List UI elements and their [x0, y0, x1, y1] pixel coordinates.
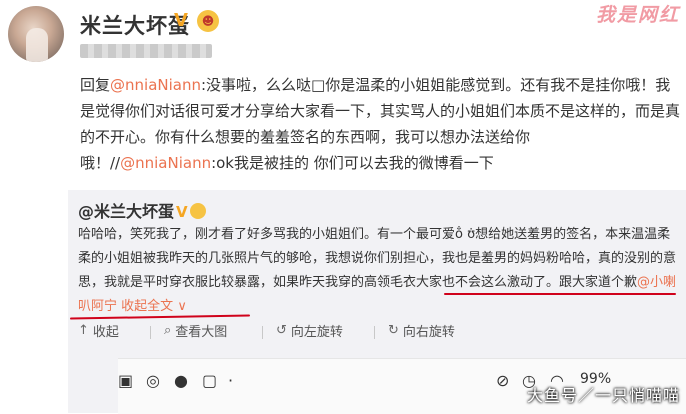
rotate-left-label: 向左旋转 [290, 325, 343, 340]
retweet-body-text-underlined: 如果昨天我穿的高领毛衣大家也不会这么激动了。跟大家道个歉 [273, 275, 638, 290]
notification-icon: ▣ [118, 371, 134, 390]
collapse-text-link[interactable]: 收起全文 [121, 299, 173, 314]
retweet-body: 哈哈哈，笑死我了，刚才看了好多骂我的小姐姐们。有一个最可爱o̐ ʊ̇想给她送羞男… [78, 223, 682, 319]
rotate-left-icon: ↺ [276, 322, 287, 338]
reply-mention-link[interactable]: @nniaNiann [110, 76, 201, 94]
chevron-down-icon[interactable]: ∨ [177, 299, 187, 314]
rotate-right-label: 向右旋转 [402, 325, 455, 340]
chat-icon: ◎ [146, 371, 160, 390]
view-large-action[interactable]: ⌕ 查看大图 [164, 321, 227, 340]
reply-mention-link-2[interactable]: @nniaNiann [120, 154, 211, 172]
weibo-post: 米兰大坏蛋 V ☻ 我是网红 回复@nniaNiann:没事啦，么么哒□你是温柔… [0, 0, 686, 182]
top-watermark: 我是网红 [595, 4, 680, 26]
blurred-text [80, 44, 212, 58]
avatar[interactable] [8, 6, 64, 62]
retweet-username-text[interactable]: @米兰大坏蛋 [78, 202, 174, 221]
magnifier-icon: ⌕ [164, 322, 172, 338]
reply-text-block: 回复@nniaNiann:没事啦，么么哒□你是温柔的小姐姐能感觉到。还有我不是挂… [80, 72, 680, 176]
collapse-icon: ↑ [78, 322, 89, 338]
phone-status-area: ▣ ◎ ● ▢ · ⊘ ◷ ◠ 99% 大鱼号／一只悄喵喵 [118, 358, 686, 414]
rotate-right-action[interactable]: ↻ 向右旋转 [388, 321, 455, 340]
collapse-label: 收起 [92, 325, 119, 340]
divider [150, 326, 151, 339]
retweet-username[interactable]: @米兰大坏蛋 V [78, 198, 206, 222]
more-icon: · [228, 371, 234, 390]
verified-badge-icon: V [176, 203, 188, 221]
avatar-figure [26, 28, 48, 62]
view-large-label: 查看大图 [175, 325, 228, 340]
reply-body-2: :ok我是被挂的 你们可以去我的微博看一下 [211, 154, 494, 172]
image-actions-bar: ↑ 收起 ⌕ 查看大图 ↺ 向左旋转 ↻ 向右旋转 [78, 321, 678, 345]
devil-emoji-icon: ☻ [197, 10, 219, 32]
mute-icon: ⊘ [496, 371, 510, 390]
divider [262, 326, 263, 339]
devil-emoji-icon [189, 203, 206, 219]
message-icon: ▢ [202, 371, 218, 390]
retweet-card: @米兰大坏蛋 V 哈哈哈，笑死我了，刚才看了好多骂我的小姐姐们。有一个最可爱o̐ … [68, 190, 686, 414]
divider [374, 326, 375, 339]
app-icon: ● [174, 371, 188, 390]
verified-badge-icon: V [174, 10, 188, 31]
rotate-left-action[interactable]: ↺ 向左旋转 [276, 321, 343, 340]
rotate-right-icon: ↻ [388, 322, 399, 338]
red-underline-annotation [444, 293, 676, 295]
source-watermark: 大鱼号／一只悄喵喵 [526, 386, 680, 405]
reply-prefix: 回复 [80, 76, 111, 94]
collapse-action[interactable]: ↑ 收起 [78, 321, 119, 340]
